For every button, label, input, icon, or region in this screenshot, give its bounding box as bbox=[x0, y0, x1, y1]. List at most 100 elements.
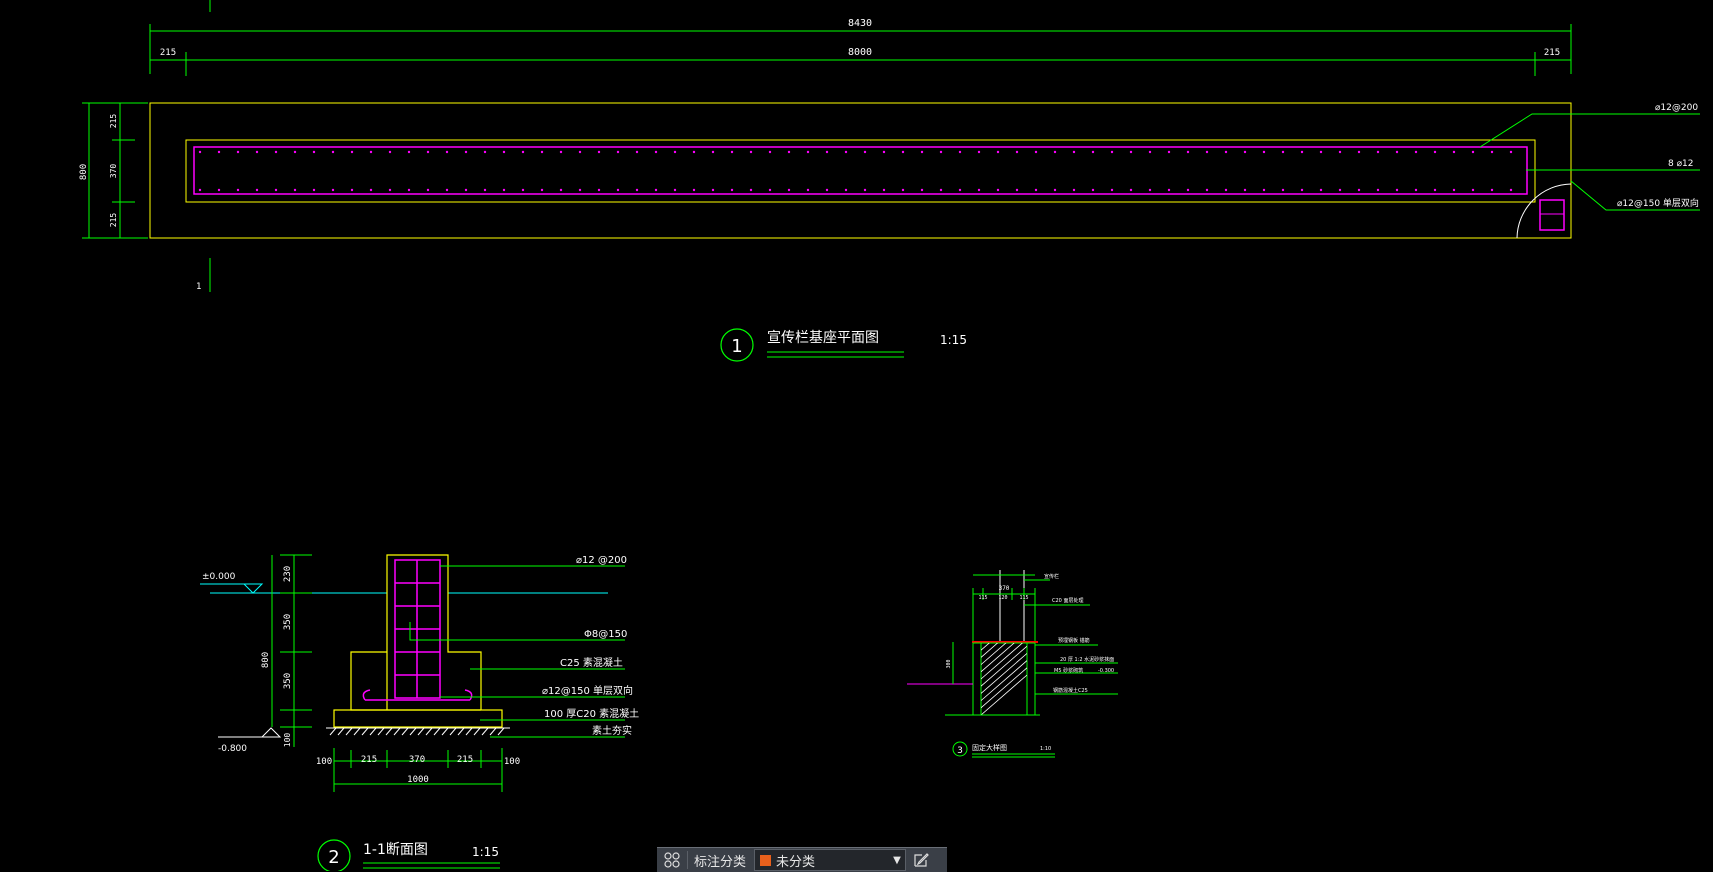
rebar-dot bbox=[692, 188, 696, 192]
chevron-down-icon[interactable]: ▼ bbox=[889, 855, 905, 866]
detail-note-7: -0.300 bbox=[1098, 668, 1114, 674]
hatch-line bbox=[417, 727, 425, 736]
detail-title-block: 3 固定大样图 1:10 bbox=[952, 741, 1055, 758]
hatch-line bbox=[465, 727, 473, 736]
rebar-dot bbox=[1395, 188, 1399, 192]
grid-icon[interactable] bbox=[657, 848, 687, 872]
rebar-dot bbox=[1281, 150, 1285, 154]
rebar-dot bbox=[692, 150, 696, 154]
annotation-toolbar: 标注分类 未分类 ▼ bbox=[657, 847, 947, 872]
rebar-dot bbox=[863, 150, 867, 154]
rebar-dot bbox=[483, 150, 487, 154]
rebar-dot bbox=[863, 188, 867, 192]
section-note-1: ⌀12 @200 bbox=[576, 555, 627, 566]
rebar-dot bbox=[1262, 188, 1266, 192]
rebar-dot bbox=[844, 188, 848, 192]
section-title-no: 2 bbox=[328, 847, 339, 868]
rebar-dot bbox=[597, 188, 601, 192]
rebar-dot bbox=[1148, 188, 1152, 192]
section-dim-v2: 350 bbox=[283, 614, 293, 630]
category-label: 标注分类 bbox=[694, 854, 747, 870]
rebar-dot bbox=[1319, 188, 1323, 192]
rebar-dot bbox=[1357, 188, 1361, 192]
plan-dim-total: 8430 bbox=[848, 18, 872, 29]
rebar-dot bbox=[255, 150, 259, 154]
rebar-dot bbox=[1053, 150, 1057, 154]
hatch-line bbox=[489, 727, 497, 736]
rebar-dot bbox=[882, 150, 886, 154]
rebar-dot bbox=[958, 188, 962, 192]
rebar-dot bbox=[1243, 188, 1247, 192]
section-footing-outline bbox=[350, 651, 481, 711]
rebar-dot bbox=[293, 188, 297, 192]
rebar-dot bbox=[1490, 188, 1494, 192]
rebar-dot bbox=[673, 188, 677, 192]
detail-dim-3: 120 bbox=[998, 595, 1007, 601]
hatch-line bbox=[361, 727, 369, 736]
category-dropdown[interactable]: 未分类 ▼ bbox=[754, 849, 907, 871]
rebar-dot bbox=[1167, 188, 1171, 192]
detail-note-2: C20 面层处理 bbox=[1052, 597, 1083, 604]
hatch-line bbox=[345, 727, 353, 736]
section-dim-v-total: 800 bbox=[261, 652, 271, 668]
rebar-dot bbox=[1452, 188, 1456, 192]
hatch-line bbox=[401, 727, 409, 736]
rebar-dot bbox=[255, 188, 259, 192]
plan-outer-outline[interactable] bbox=[149, 102, 1572, 239]
rebar-dot bbox=[540, 188, 544, 192]
section-dim-h1: 100 bbox=[316, 757, 332, 767]
plan-note-side-bar: 8 ⌀12 bbox=[1668, 159, 1693, 169]
hatch-line bbox=[425, 727, 433, 736]
rebar-dot bbox=[521, 188, 525, 192]
section-title: 1-1断面图 bbox=[363, 842, 428, 858]
rebar-dot bbox=[768, 150, 772, 154]
plan-note-bottom-bar: ⌀12@150 单层双向 bbox=[1617, 197, 1699, 209]
edit-icon[interactable] bbox=[906, 848, 936, 872]
rebar-dot bbox=[1509, 150, 1513, 154]
section-elev-top: ±0.000 bbox=[202, 572, 236, 582]
rebar-dot bbox=[1015, 150, 1019, 154]
detail-dim-2: 115 bbox=[978, 595, 987, 601]
section-dim-v4: 100 bbox=[283, 733, 292, 748]
rebar-dot bbox=[730, 188, 734, 192]
rebar-dot bbox=[540, 150, 544, 154]
section-note-2: Φ8@150 bbox=[584, 629, 627, 640]
rebar-dot bbox=[350, 188, 354, 192]
hatch-line bbox=[981, 643, 982, 644]
plan-title-no: 1 bbox=[731, 336, 742, 357]
hatch-line bbox=[473, 727, 481, 736]
cad-canvas[interactable]: 8430 215 8000 215 800 215 370 215 ⌀12@20… bbox=[0, 0, 1713, 871]
detail-note-4: 20 厚 1:2 水泥砂浆抹面 bbox=[1060, 656, 1114, 663]
plan-dim-v-top: 215 bbox=[109, 114, 118, 129]
rebar-dot bbox=[578, 150, 582, 154]
rebar-dot bbox=[578, 188, 582, 192]
detail-note-1: 宣传栏 bbox=[1044, 573, 1059, 580]
rebar-dot bbox=[559, 150, 563, 154]
rebar-dot bbox=[483, 188, 487, 192]
detail-note-5: M5 砂浆砌筑 bbox=[1054, 667, 1083, 674]
rebar-dot bbox=[198, 188, 202, 192]
rebar-dot bbox=[920, 150, 924, 154]
section-cushion bbox=[333, 709, 503, 728]
section-elev-bottom: -0.800 bbox=[218, 744, 247, 754]
rebar-dot bbox=[426, 150, 430, 154]
section-rebar bbox=[362, 559, 473, 701]
detail-dim-5: 300 bbox=[946, 659, 952, 668]
rebar-dot bbox=[1205, 188, 1209, 192]
rebar-dot bbox=[901, 188, 905, 192]
rebar-dot bbox=[1034, 188, 1038, 192]
rebar-dot bbox=[825, 188, 829, 192]
rebar-dot bbox=[350, 150, 354, 154]
rebar-dot bbox=[730, 150, 734, 154]
plan-inner-outline[interactable] bbox=[185, 139, 1536, 203]
section-dim-h5: 100 bbox=[504, 757, 520, 767]
rebar-dot bbox=[312, 150, 316, 154]
rebar-dot bbox=[635, 150, 639, 154]
rebar-dot bbox=[1433, 188, 1437, 192]
section-dim-h2: 215 bbox=[361, 755, 377, 765]
section-soil-hatch bbox=[326, 727, 510, 736]
plan-dim-mid: 8000 bbox=[848, 47, 872, 58]
rebar-dot bbox=[1148, 150, 1152, 154]
hatch-line bbox=[497, 727, 505, 736]
rebar-dot bbox=[521, 150, 525, 154]
